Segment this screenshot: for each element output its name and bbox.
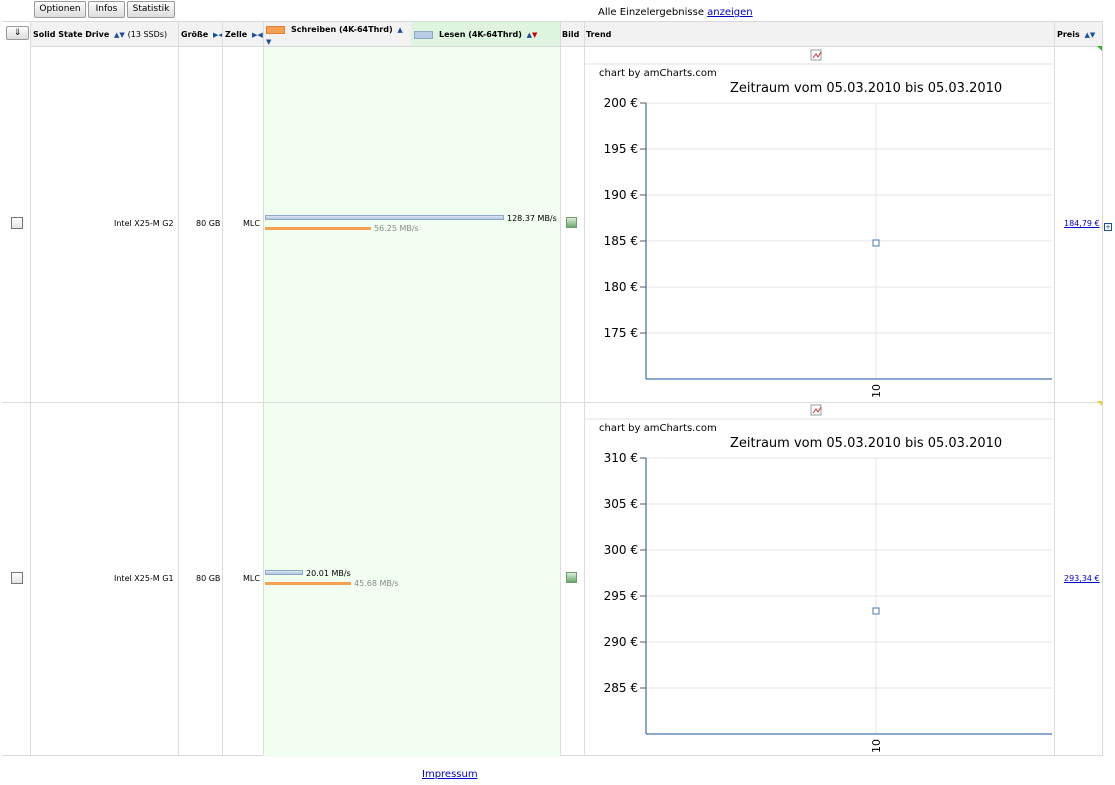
sort-size-icon[interactable]: ▶◀	[213, 23, 222, 46]
footer: Impressum	[422, 769, 478, 780]
price-trend-chart: 200 € 195 € 190 € 185 € 180 € 175 € 10 c…	[585, 46, 1053, 400]
sort-name-icon[interactable]: ▲▼	[114, 23, 125, 46]
header-image-label: Bild	[562, 30, 580, 39]
header-count: (13 SSDs)	[127, 30, 168, 39]
row-select-checkbox[interactable]	[11, 572, 23, 584]
write-legend-swatch	[266, 25, 285, 34]
chart-credit[interactable]: chart by amCharts.com	[599, 423, 717, 434]
write-bar	[265, 227, 371, 230]
impressum-link[interactable]: Impressum	[422, 769, 478, 780]
all-results-text: Alle Einzelergebnisse	[598, 7, 704, 18]
drive-name: Intel X25-M G2	[114, 219, 174, 228]
status-corner	[1097, 401, 1102, 406]
drive-name: Intel X25-M G1	[114, 574, 174, 583]
write-value: 45.68 MB/s	[354, 579, 399, 588]
sort-read-icon[interactable]: ▲▼	[527, 23, 538, 46]
x-tick-label: 10	[870, 384, 883, 398]
header-image: Bild	[560, 22, 584, 47]
header-name-label: Solid State Drive	[33, 30, 110, 39]
price-trend-chart: 310 € 305 € 300 € 295 € 290 € 285 € 10 c…	[585, 401, 1053, 755]
header-cell-label: Zelle	[225, 30, 248, 39]
y-tick-label: 200 €	[604, 96, 638, 110]
y-tick-label: 175 €	[604, 326, 638, 340]
sort-write-up-icon[interactable]: ▲	[397, 24, 402, 36]
read-bar	[265, 570, 303, 575]
header-price[interactable]: Preis ▲▼	[1054, 22, 1102, 47]
image-icon[interactable]	[566, 217, 577, 228]
header-size[interactable]: Größe ▶◀	[178, 22, 222, 47]
drive-cell-type: MLC	[243, 219, 260, 228]
header-write-label: Schreiben (4K-64Thrd)	[291, 25, 393, 34]
write-value: 56.25 MB/s	[374, 224, 419, 233]
header-read-label: Lesen (4K-64Thrd)	[439, 30, 522, 39]
price-trend-chart-canvas: 200 € 195 € 190 € 185 € 180 € 175 € 10	[585, 49, 1053, 398]
chart-title: Zeitraum vom 05.03.2010 bis 05.03.2010	[730, 436, 1003, 451]
sort-cell-icon[interactable]: ▶◀	[252, 23, 263, 46]
sort-write-down-icon[interactable]: ▼	[266, 36, 271, 46]
expand-icon[interactable]: +	[1104, 223, 1112, 231]
drive-size: 80 GB	[196, 219, 221, 228]
read-legend-swatch	[414, 30, 433, 39]
image-icon[interactable]	[566, 572, 577, 583]
read-bar	[265, 215, 504, 220]
data-point[interactable]	[872, 607, 880, 615]
header-name[interactable]: Solid State Drive ▲▼ (13 SSDs)	[30, 22, 178, 47]
price-link[interactable]: 293,34 €	[1064, 574, 1100, 583]
y-tick-label: 300 €	[604, 543, 638, 557]
price-link[interactable]: 184,79 €	[1064, 219, 1100, 228]
price-trend-chart-canvas: 310 € 305 € 300 € 295 € 290 € 285 € 10	[585, 404, 1053, 753]
write-bar	[265, 582, 351, 585]
data-point[interactable]	[872, 239, 880, 247]
drive-cell-type: MLC	[243, 574, 260, 583]
y-tick-label: 195 €	[604, 142, 638, 156]
show-all-results-link[interactable]: anzeigen	[707, 7, 752, 18]
header-cell[interactable]: Zelle ▶◀	[222, 22, 263, 47]
header-read[interactable]: Lesen (4K-64Thrd) ▲▼	[411, 22, 560, 47]
header-trend-label: Trend	[586, 30, 612, 39]
infos-button[interactable]: Infos	[88, 1, 125, 18]
drive-size: 80 GB	[196, 574, 221, 583]
options-button[interactable]: Optionen	[34, 1, 86, 18]
y-tick-label: 305 €	[604, 497, 638, 511]
y-tick-label: 295 €	[604, 589, 638, 603]
y-tick-label: 290 €	[604, 635, 638, 649]
header-price-label: Preis	[1057, 30, 1080, 39]
read-value: 128.37 MB/s	[507, 214, 557, 223]
header-size-label: Größe	[181, 30, 209, 39]
y-tick-label: 190 €	[604, 188, 638, 202]
y-tick-label: 285 €	[604, 681, 638, 695]
status-corner	[1097, 46, 1102, 51]
y-tick-label: 310 €	[604, 451, 638, 465]
chart-title: Zeitraum vom 05.03.2010 bis 05.03.2010	[730, 81, 1003, 96]
chart-credit[interactable]: chart by amCharts.com	[599, 68, 717, 79]
header-trend: Trend	[584, 22, 1054, 47]
header-write[interactable]: Schreiben (4K-64Thrd) ▲ ▼	[263, 22, 411, 47]
read-value: 20.01 MB/s	[306, 569, 351, 578]
sort-price-icon[interactable]: ▲▼	[1085, 23, 1096, 46]
statistics-button[interactable]: Statistik	[127, 1, 175, 18]
x-tick-label: 10	[870, 739, 883, 753]
row-select-checkbox[interactable]	[11, 217, 23, 229]
y-tick-label: 180 €	[604, 280, 638, 294]
y-tick-label: 185 €	[604, 234, 638, 248]
all-results-info: Alle Einzelergebnisse anzeigen	[598, 7, 753, 18]
